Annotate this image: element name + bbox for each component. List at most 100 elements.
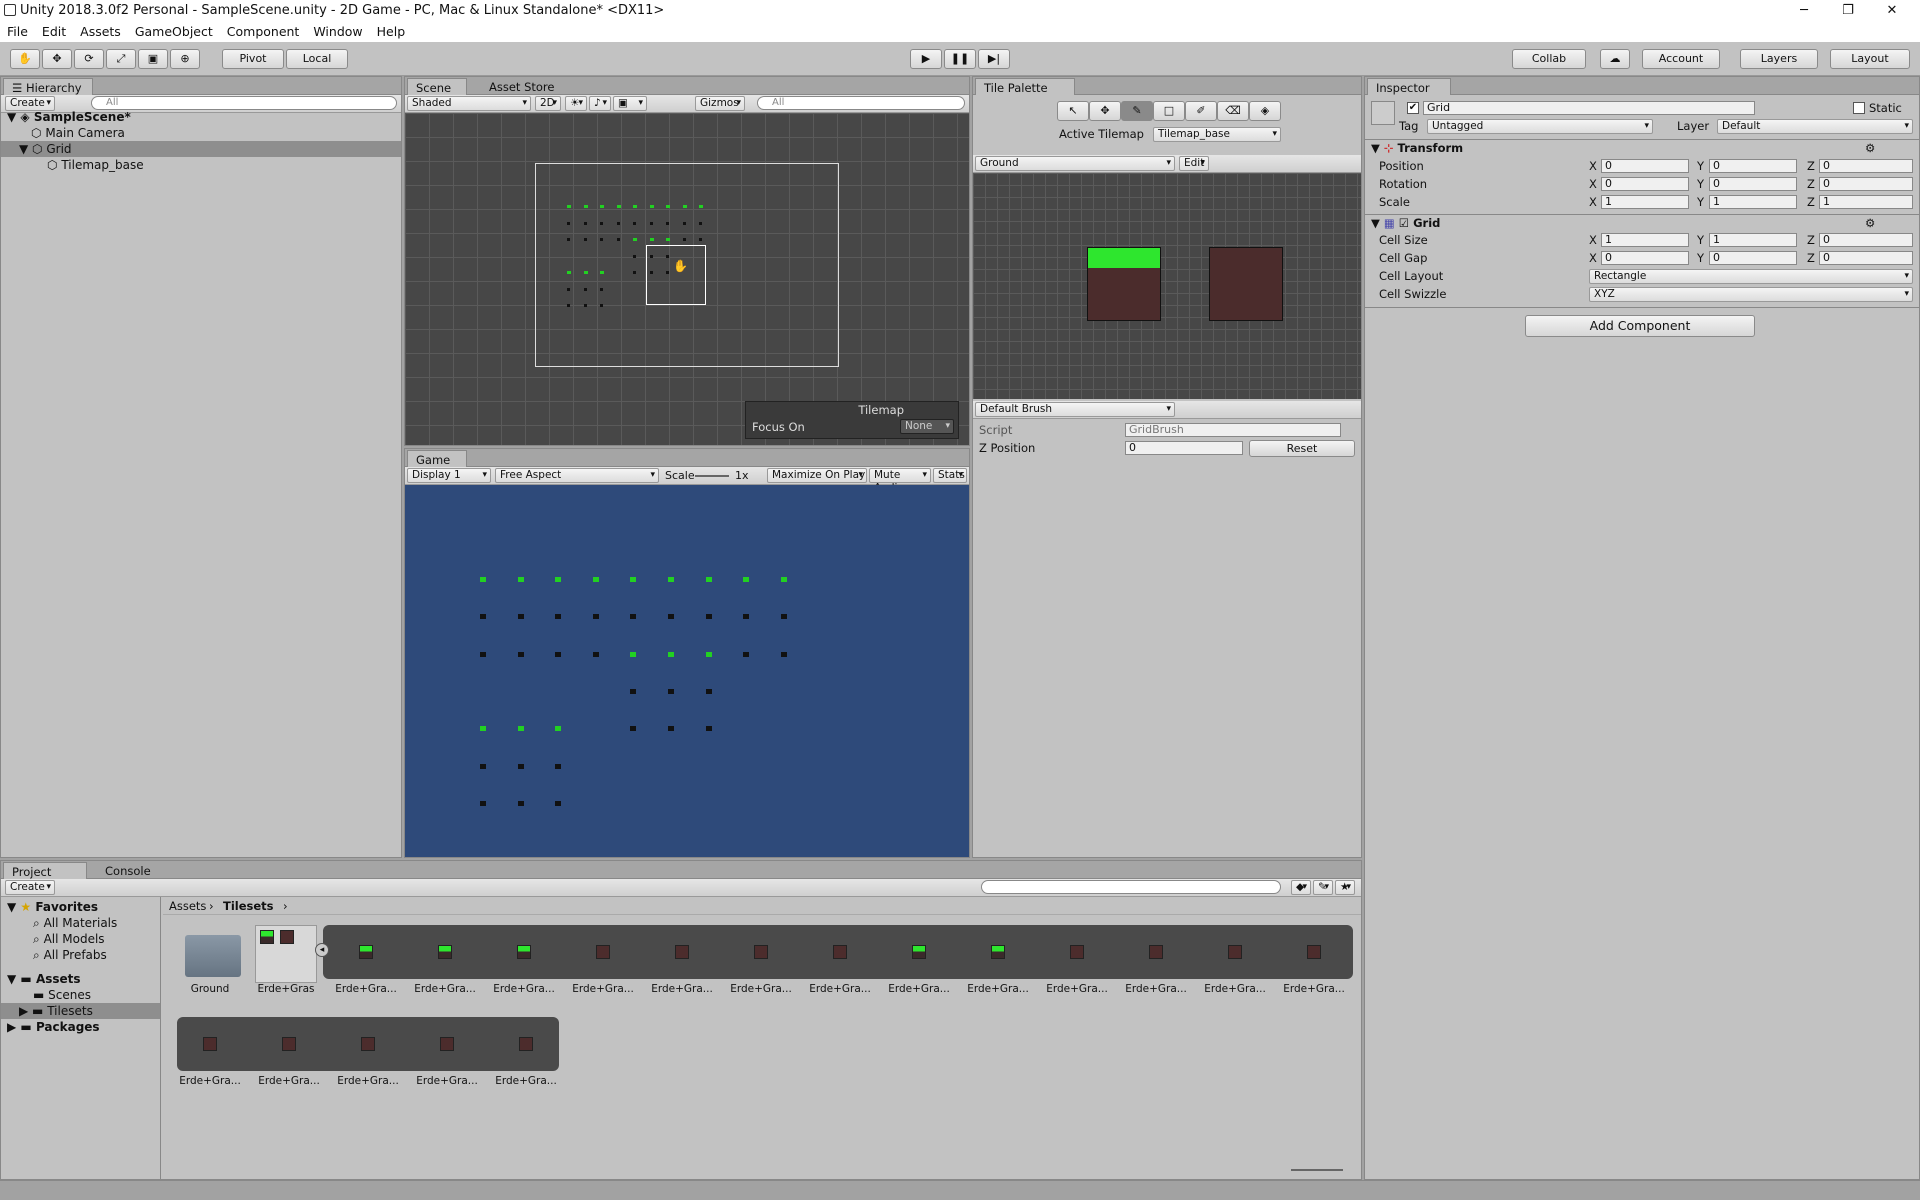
effects-icon[interactable]: ▣ <box>613 96 647 111</box>
focus-dropdown[interactable]: None <box>900 419 954 434</box>
mute-audio-toggle[interactable]: Mute Audio <box>869 468 931 494</box>
pivot-toggle[interactable]: Pivot <box>222 49 284 69</box>
breadcrumb-assets[interactable]: Assets <box>169 899 206 913</box>
brush-dropdown[interactable]: Default Brush <box>975 402 1175 417</box>
tree-item-grid[interactable]: ▼ ⬡ Grid <box>1 141 401 157</box>
menu-file[interactable]: File <box>0 22 35 41</box>
position-x-input[interactable]: 0 <box>1601 159 1689 173</box>
collab-button[interactable]: Collab <box>1512 49 1586 69</box>
tab-console[interactable]: Console <box>97 862 167 879</box>
menu-edit[interactable]: Edit <box>35 22 73 41</box>
menu-gameobject[interactable]: GameObject <box>128 22 220 41</box>
scene-root[interactable]: ▼ ◈ SampleScene* <box>7 109 131 125</box>
icon-size-slider[interactable] <box>1291 1169 1343 1171</box>
hand-tool-icon[interactable]: ✋ <box>10 49 40 69</box>
scale-tool-icon[interactable]: ⤢ <box>106 49 136 69</box>
tab-tile-palette[interactable]: Tile Palette <box>975 78 1075 95</box>
hierarchy-search-input[interactable]: All <box>91 96 397 110</box>
palette-grid[interactable] <box>973 173 1361 399</box>
picker-icon[interactable]: ✐ <box>1185 101 1217 121</box>
tab-inspector[interactable]: Inspector <box>1367 78 1451 95</box>
transform-tool-icon[interactable]: ⊕ <box>170 49 200 69</box>
flood-fill-icon[interactable]: ◈ <box>1249 101 1281 121</box>
folder-scenes[interactable]: ▬ Scenes <box>33 987 91 1003</box>
rotate-tool-icon[interactable]: ⟳ <box>74 49 104 69</box>
layout-dropdown[interactable]: Layout <box>1830 49 1910 69</box>
favorites-node[interactable]: ▼ ★ Favorites <box>7 899 98 915</box>
layer-dropdown[interactable]: Default <box>1717 119 1913 134</box>
gizmos-dropdown[interactable]: Gizmos <box>695 96 745 111</box>
scale-slider[interactable] <box>695 475 729 477</box>
fav-all-prefabs[interactable]: ⌕ All Prefabs <box>33 947 107 963</box>
play-button[interactable]: ▶ <box>910 49 942 69</box>
restore-button[interactable]: ❐ <box>1828 1 1868 21</box>
folder-tilesets[interactable]: ▶ ▬ Tilesets <box>1 1003 160 1019</box>
minimize-button[interactable]: ─ <box>1784 1 1824 21</box>
menu-component[interactable]: Component <box>220 22 307 41</box>
move-tool-icon[interactable]: ✥ <box>1089 101 1121 121</box>
fav-all-materials[interactable]: ⌕ All Materials <box>33 915 117 931</box>
aspect-dropdown[interactable]: Free Aspect <box>495 468 659 483</box>
tree-item-tilemap-base[interactable]: ⬡ Tilemap_base <box>47 157 144 173</box>
transform-header[interactable]: ▼ ⊹ Transform <box>1371 141 1463 155</box>
z-position-input[interactable]: 0 <box>1125 441 1243 455</box>
palette-dropdown[interactable]: Ground <box>975 156 1175 171</box>
scale-y-input[interactable]: 1 <box>1709 195 1797 209</box>
move-tool-icon[interactable]: ✥ <box>42 49 72 69</box>
fav-all-models[interactable]: ⌕ All Models <box>33 931 105 947</box>
cloud-icon[interactable]: ☁ <box>1600 49 1630 69</box>
tab-hierarchy[interactable]: ☰ Hierarchy <box>3 78 93 95</box>
static-checkbox[interactable] <box>1853 102 1865 114</box>
tab-project[interactable]: Project <box>3 862 87 879</box>
collapse-arrow-icon[interactable]: ◂ <box>315 943 329 957</box>
scene-viewport[interactable]: ✋ Tilemap Focus On None <box>405 113 969 445</box>
active-tilemap-dropdown[interactable]: Tilemap_base <box>1153 127 1281 142</box>
cell-layout-dropdown[interactable]: Rectangle <box>1589 269 1913 284</box>
add-component-button[interactable]: Add Component <box>1525 315 1755 337</box>
scale-z-input[interactable]: 1 <box>1819 195 1913 209</box>
filter-label-icon[interactable]: ✎ <box>1313 880 1333 895</box>
layers-dropdown[interactable]: Layers <box>1740 49 1818 69</box>
grid-enabled-checkbox[interactable]: ☑ <box>1399 216 1409 230</box>
rect-tool-icon[interactable]: ▣ <box>138 49 168 69</box>
cell-size-x-input[interactable]: 1 <box>1601 233 1689 247</box>
packages-node[interactable]: ▶ ▬ Packages <box>7 1019 100 1035</box>
scale-x-input[interactable]: 1 <box>1601 195 1689 209</box>
menu-assets[interactable]: Assets <box>73 22 128 41</box>
position-y-input[interactable]: 0 <box>1709 159 1797 173</box>
tab-scene[interactable]: Scene <box>407 78 467 95</box>
step-button[interactable]: ▶| <box>978 49 1010 69</box>
breadcrumb-tilesets[interactable]: Tilesets <box>223 899 274 913</box>
rotation-y-input[interactable]: 0 <box>1709 177 1797 191</box>
reset-button[interactable]: Reset <box>1249 440 1355 457</box>
game-viewport[interactable] <box>405 485 969 857</box>
object-name-input[interactable]: Grid <box>1423 101 1755 115</box>
close-button[interactable]: ✕ <box>1872 1 1912 21</box>
tab-game[interactable]: Game <box>407 450 467 467</box>
project-search-input[interactable] <box>981 880 1281 894</box>
rotation-z-input[interactable]: 0 <box>1819 177 1913 191</box>
grass-tile[interactable] <box>1087 247 1161 321</box>
cell-size-z-input[interactable]: 0 <box>1819 233 1913 247</box>
select-tool-icon[interactable]: ↖ <box>1057 101 1089 121</box>
active-checkbox[interactable]: ✔ <box>1407 102 1419 114</box>
component-settings-icon[interactable]: ⚙ <box>1865 141 1875 155</box>
paint-brush-icon[interactable]: ✎ <box>1121 101 1153 121</box>
toggle-2d[interactable]: 2D <box>535 96 561 111</box>
assets-node[interactable]: ▼ ▬ Assets <box>7 971 81 987</box>
cell-gap-y-input[interactable]: 0 <box>1709 251 1797 265</box>
eraser-icon[interactable]: ⌫ <box>1217 101 1249 121</box>
component-settings-icon[interactable]: ⚙ <box>1865 216 1875 230</box>
account-dropdown[interactable]: Account <box>1642 49 1720 69</box>
scene-search-input[interactable]: All <box>757 96 965 110</box>
project-create-dropdown[interactable]: Create <box>5 880 55 895</box>
cell-gap-z-input[interactable]: 0 <box>1819 251 1913 265</box>
local-toggle[interactable]: Local <box>286 49 348 69</box>
position-z-input[interactable]: 0 <box>1819 159 1913 173</box>
cell-size-y-input[interactable]: 1 <box>1709 233 1797 247</box>
display-dropdown[interactable]: Display 1 <box>407 468 491 483</box>
grid-component-header[interactable]: ▼ ▦ ☑ Grid <box>1371 216 1440 230</box>
tab-asset-store[interactable]: Asset Store <box>481 78 567 95</box>
light-icon[interactable]: ☀ <box>565 96 587 111</box>
dirt-tile[interactable] <box>1209 247 1283 321</box>
